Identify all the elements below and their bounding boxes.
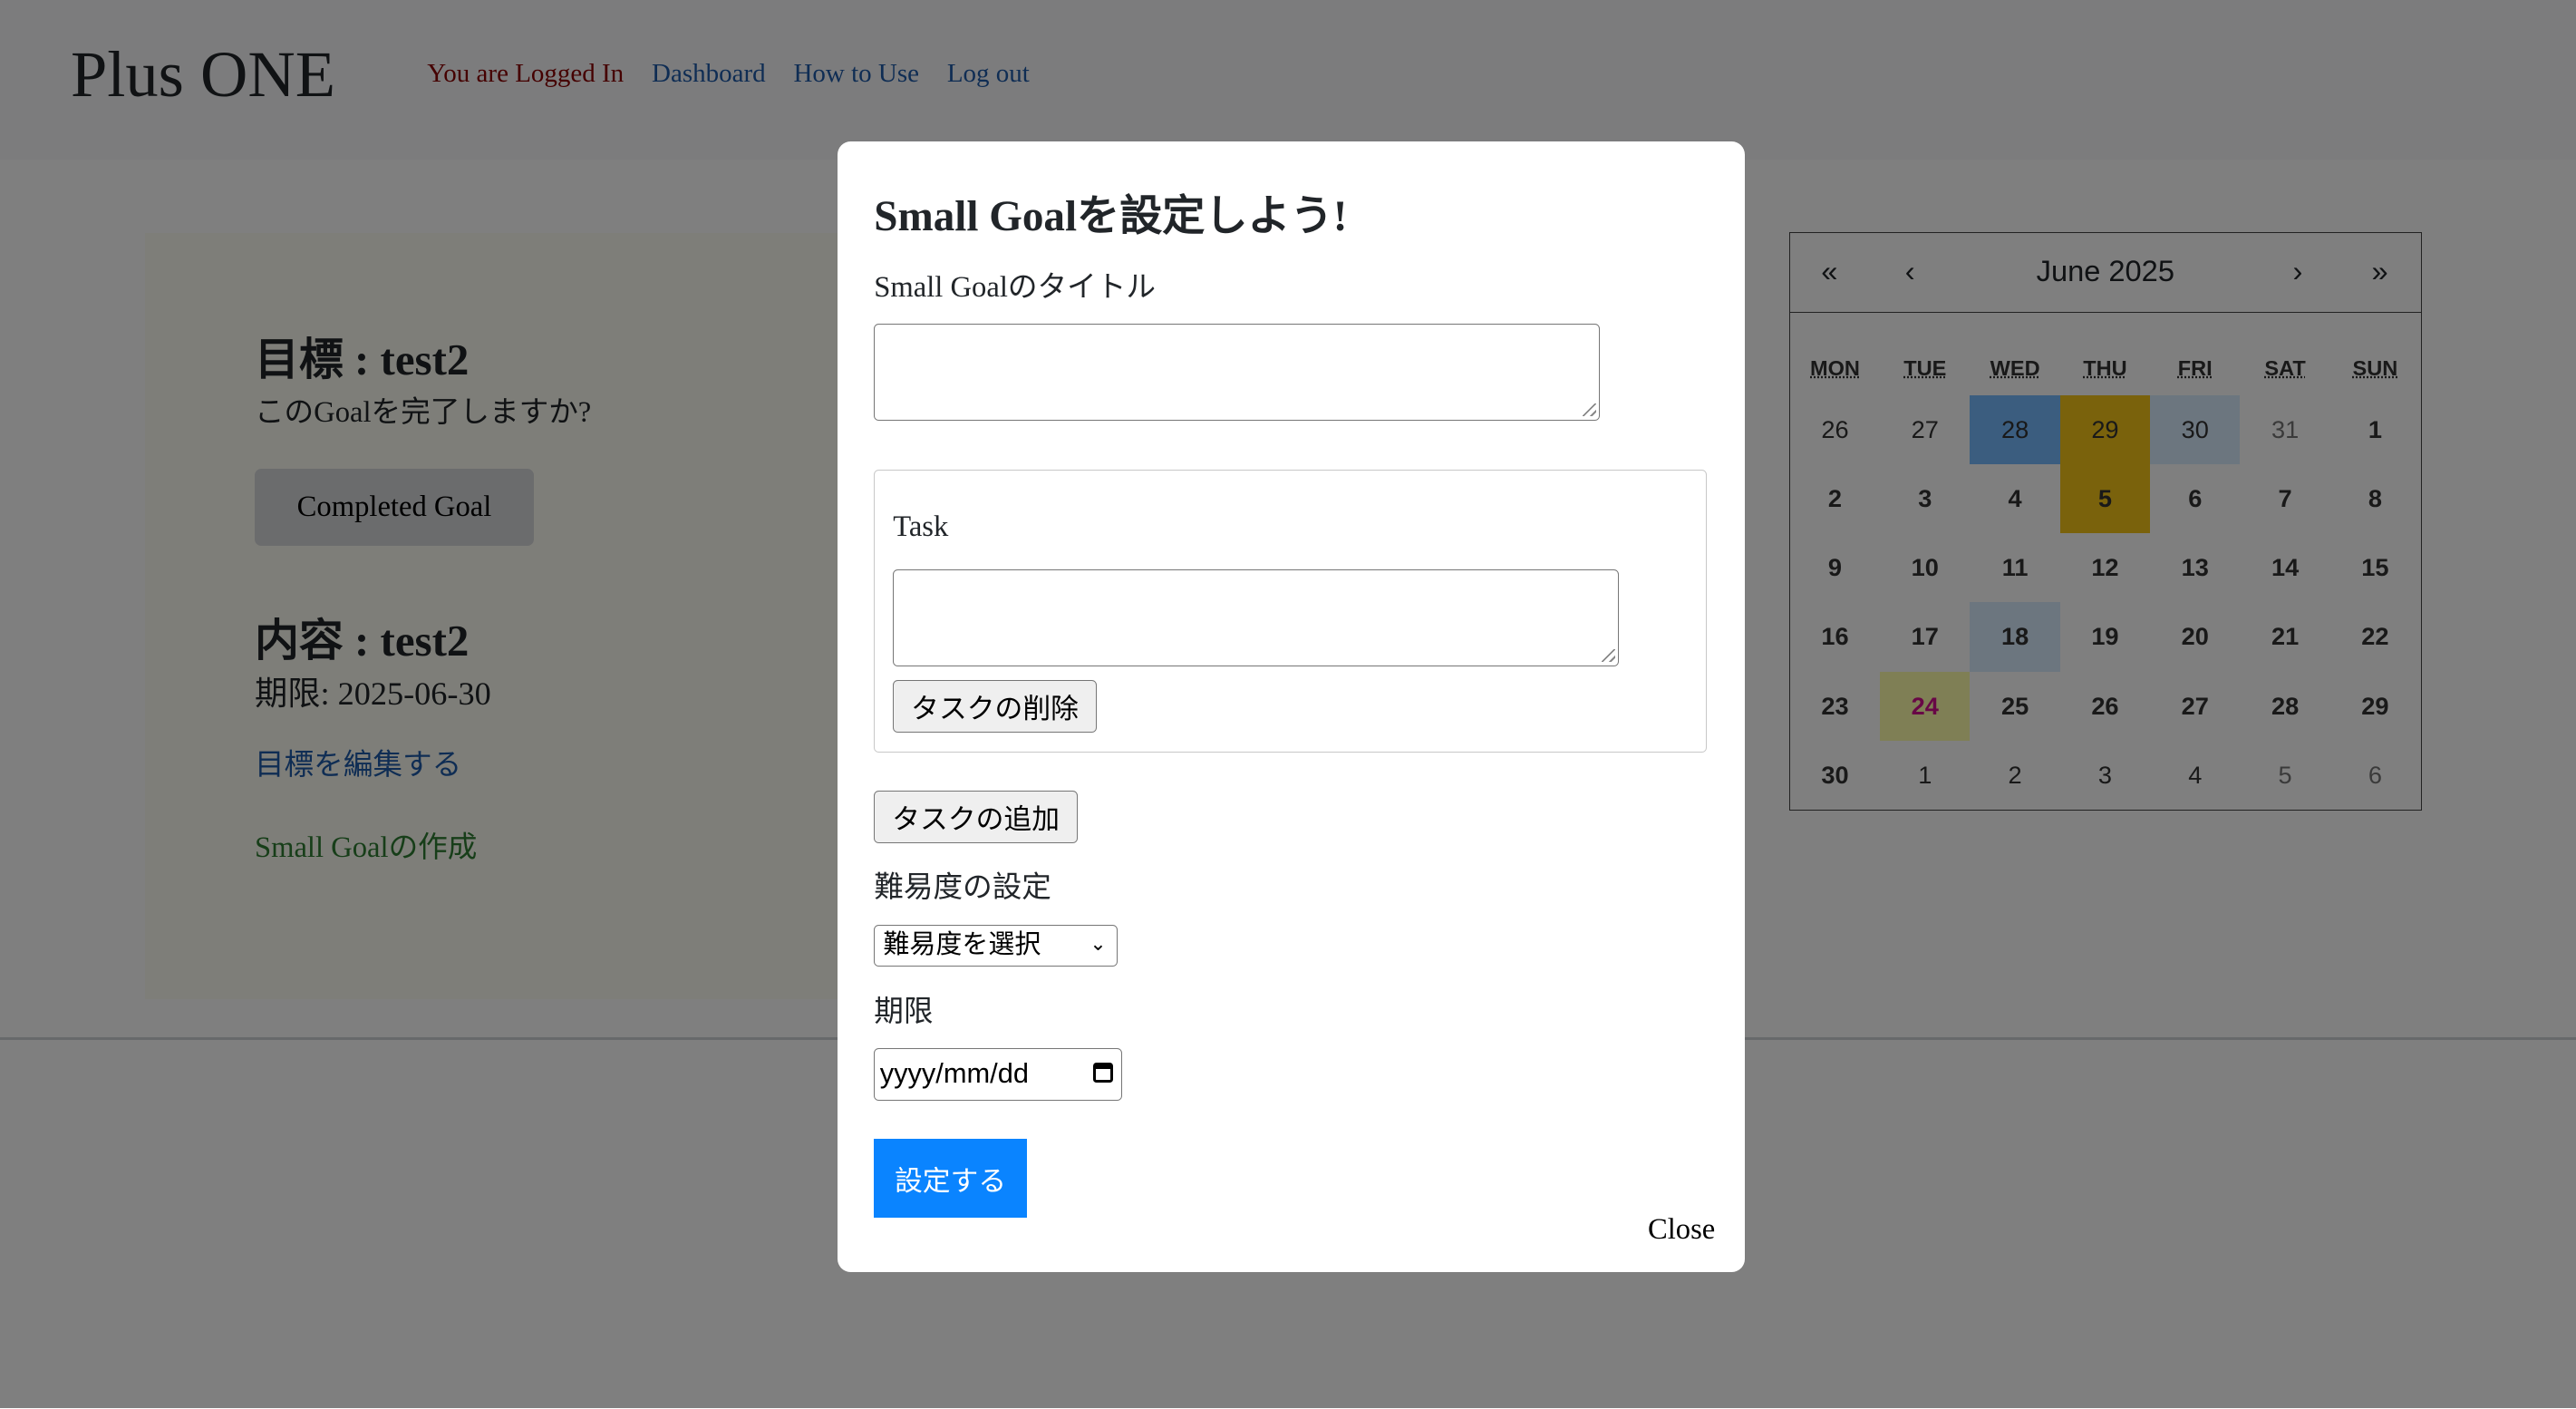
date-placeholder: yyyy/mm/dd xyxy=(879,1057,1029,1090)
add-task-button[interactable]: タスクの追加 xyxy=(874,790,1078,843)
resize-grip-icon[interactable] xyxy=(1583,403,1596,417)
task-fieldset: Task タスクの削除 xyxy=(874,470,1708,753)
difficulty-label: 難易度の設定 xyxy=(874,870,1051,904)
deadline-date-input[interactable]: yyyy/mm/dd xyxy=(874,1048,1122,1102)
delete-task-button[interactable]: タスクの削除 xyxy=(893,679,1097,733)
small-goal-title-input[interactable] xyxy=(874,324,1601,421)
close-modal-button[interactable]: Close xyxy=(1648,1213,1715,1247)
submit-small-goal-button[interactable]: 設定する xyxy=(874,1139,1027,1219)
task-input[interactable] xyxy=(893,569,1620,667)
deadline-label: 期限 xyxy=(874,996,934,1029)
resize-grip-icon[interactable] xyxy=(1602,648,1615,663)
small-goal-modal: Small Goalを設定しよう! Small Goalのタイトル Task タ… xyxy=(838,141,1745,1272)
modal-title: Small Goalを設定しよう! xyxy=(874,193,1348,241)
difficulty-selected-value: 難易度を選択 xyxy=(883,928,1041,960)
task-label: Task xyxy=(893,510,949,543)
difficulty-select[interactable]: 難易度を選択 ⌄ xyxy=(874,925,1118,967)
calendar-icon[interactable] xyxy=(1093,1062,1113,1083)
small-goal-title-label: Small Goalのタイトル xyxy=(874,271,1156,304)
chevron-down-icon: ⌄ xyxy=(1089,933,1107,957)
